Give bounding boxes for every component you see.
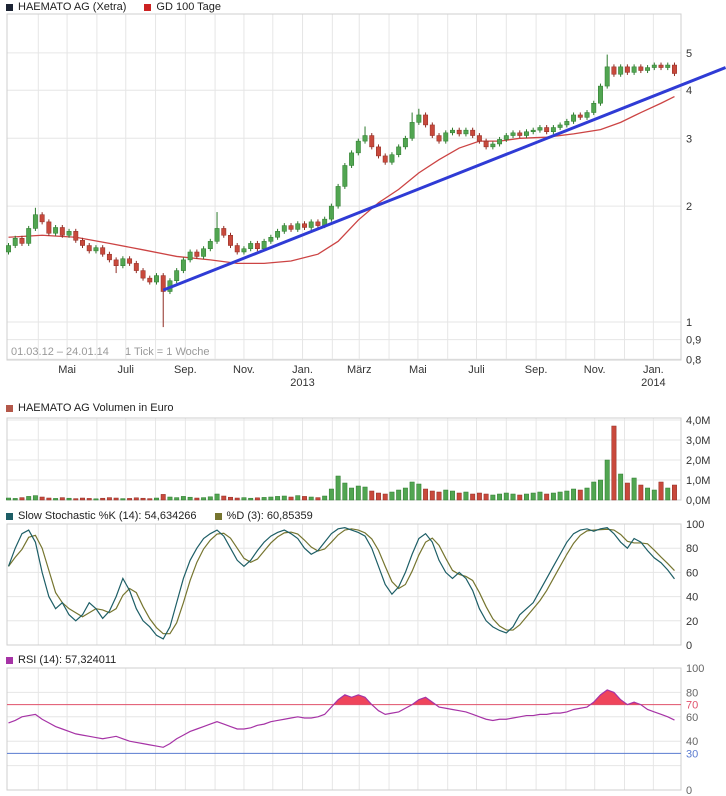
volume-y-tick-label: 3,0M xyxy=(686,435,710,447)
x-month-label: Mai xyxy=(58,364,76,376)
stoch-y-tick-label: 20 xyxy=(686,616,698,628)
price-y-tick-label: 0,8 xyxy=(686,354,701,366)
x-month-label: Nov. xyxy=(584,364,606,376)
stoch-d-legend-label: %D (3): 60,85359 xyxy=(227,510,313,522)
price-y-tick-label: 3 xyxy=(686,133,692,145)
volume-panel-legend: HAEMATO AG Volumen in Euro xyxy=(6,402,192,414)
stochastic-panel-legend: Slow Stochastic %K (14): 54,634266 %D (3… xyxy=(6,510,331,522)
stoch-y-tick-label: 80 xyxy=(686,543,698,555)
stoch-y-tick-label: 0 xyxy=(686,640,692,652)
stoch-d-line xyxy=(9,529,675,634)
volume-color-swatch xyxy=(6,405,13,412)
stochastic-panel: 100 80 60 40 20 0 xyxy=(7,519,704,652)
instrument-legend-label: HAEMATO AG (Xetra) xyxy=(18,1,126,13)
rsi-y-tick-label: 0 xyxy=(686,785,692,796)
legend-item: %D (3): 60,85359 xyxy=(215,510,313,522)
x-month-label: Mai xyxy=(409,364,427,376)
stoch-k-color-swatch xyxy=(6,513,13,520)
rsi-color-swatch xyxy=(6,657,13,664)
volume-y-tick-label: 1,0M xyxy=(686,475,710,487)
rsi-y-tick-label: 40 xyxy=(686,736,698,748)
volume-legend-label: HAEMATO AG Volumen in Euro xyxy=(18,402,174,414)
gd100-legend-label: GD 100 Tage xyxy=(156,1,221,13)
price-y-tick-label: 2 xyxy=(686,201,692,213)
rsi-y-tick-label: 100 xyxy=(686,663,704,675)
stoch-y-tick-label: 40 xyxy=(686,592,698,604)
volume-y-tick-label: 2,0M xyxy=(686,455,710,467)
volume-bars xyxy=(6,426,676,500)
x-month-label: Juli xyxy=(117,364,134,376)
trend-line xyxy=(163,68,725,291)
x-year-label: 2014 xyxy=(641,377,665,389)
x-month-label: Juli xyxy=(468,364,485,376)
rsi-y-tick-label: 80 xyxy=(686,687,698,699)
tick-size-label: 1 Tick = 1 Woche xyxy=(125,346,209,358)
volume-y-tick-label: 0,0M xyxy=(686,495,710,507)
rsi-y-tick-label: 60 xyxy=(686,712,698,724)
legend-item: Slow Stochastic %K (14): 54,634266 xyxy=(6,510,197,522)
legend-item: RSI (14): 57,324011 xyxy=(6,654,116,666)
price-panel-legend: HAEMATO AG (Xetra) GD 100 Tage xyxy=(6,1,239,13)
legend-item: HAEMATO AG (Xetra) xyxy=(6,1,126,13)
x-month-label: Sep. xyxy=(525,364,548,376)
chart-stage: 5 4 3 2 1 0,9 0,8 01.03.12 – 24.01.14 1 Tick = 1… xyxy=(0,0,726,796)
gd100-color-swatch xyxy=(144,4,151,11)
price-y-tick-label: 0,9 xyxy=(686,335,701,347)
volume-panel: 4,0M 3,0M 2,0M 1,0M 0,0M xyxy=(6,415,710,507)
x-month-label: Jan. xyxy=(643,364,664,376)
stoch-k-line xyxy=(9,528,675,639)
instrument-color-swatch xyxy=(6,4,13,11)
candlesticks xyxy=(6,55,676,328)
rsi-legend-label: RSI (14): 57,324011 xyxy=(18,654,116,666)
price-y-tick-label: 5 xyxy=(686,48,692,60)
price-panel: 5 4 3 2 1 0,9 0,8 01.03.12 – 24.01.14 1 Tick = 1… xyxy=(6,14,725,389)
stoch-y-tick-label: 60 xyxy=(686,567,698,579)
x-month-label: Sep. xyxy=(174,364,197,376)
rsi-panel: 100 807060 4030 0 xyxy=(7,663,704,796)
stoch-y-tick-label: 100 xyxy=(686,519,704,531)
rsi-y-tick-label: 70 xyxy=(686,700,698,712)
volume-y-tick-label: 4,0M xyxy=(686,415,710,427)
rsi-y-tick-label: 30 xyxy=(686,748,698,760)
x-month-label: Nov. xyxy=(233,364,255,376)
gd100-line xyxy=(9,97,675,264)
x-month-label: Jan. xyxy=(292,364,313,376)
charts-canvas: 5 4 3 2 1 0,9 0,8 01.03.12 – 24.01.14 1 Tick = 1… xyxy=(0,0,726,796)
rsi-panel-legend: RSI (14): 57,324011 xyxy=(6,654,134,666)
x-month-label: März xyxy=(347,364,371,376)
x-year-label: 2013 xyxy=(290,377,314,389)
price-y-tick-label: 4 xyxy=(686,85,692,97)
price-y-tick-label: 1 xyxy=(686,317,692,329)
stoch-k-legend-label: Slow Stochastic %K (14): 54,634266 xyxy=(18,510,197,522)
period-range-label: 01.03.12 – 24.01.14 xyxy=(11,346,109,358)
legend-item: HAEMATO AG Volumen in Euro xyxy=(6,402,174,414)
legend-item: GD 100 Tage xyxy=(144,1,221,13)
stoch-d-color-swatch xyxy=(215,513,222,520)
